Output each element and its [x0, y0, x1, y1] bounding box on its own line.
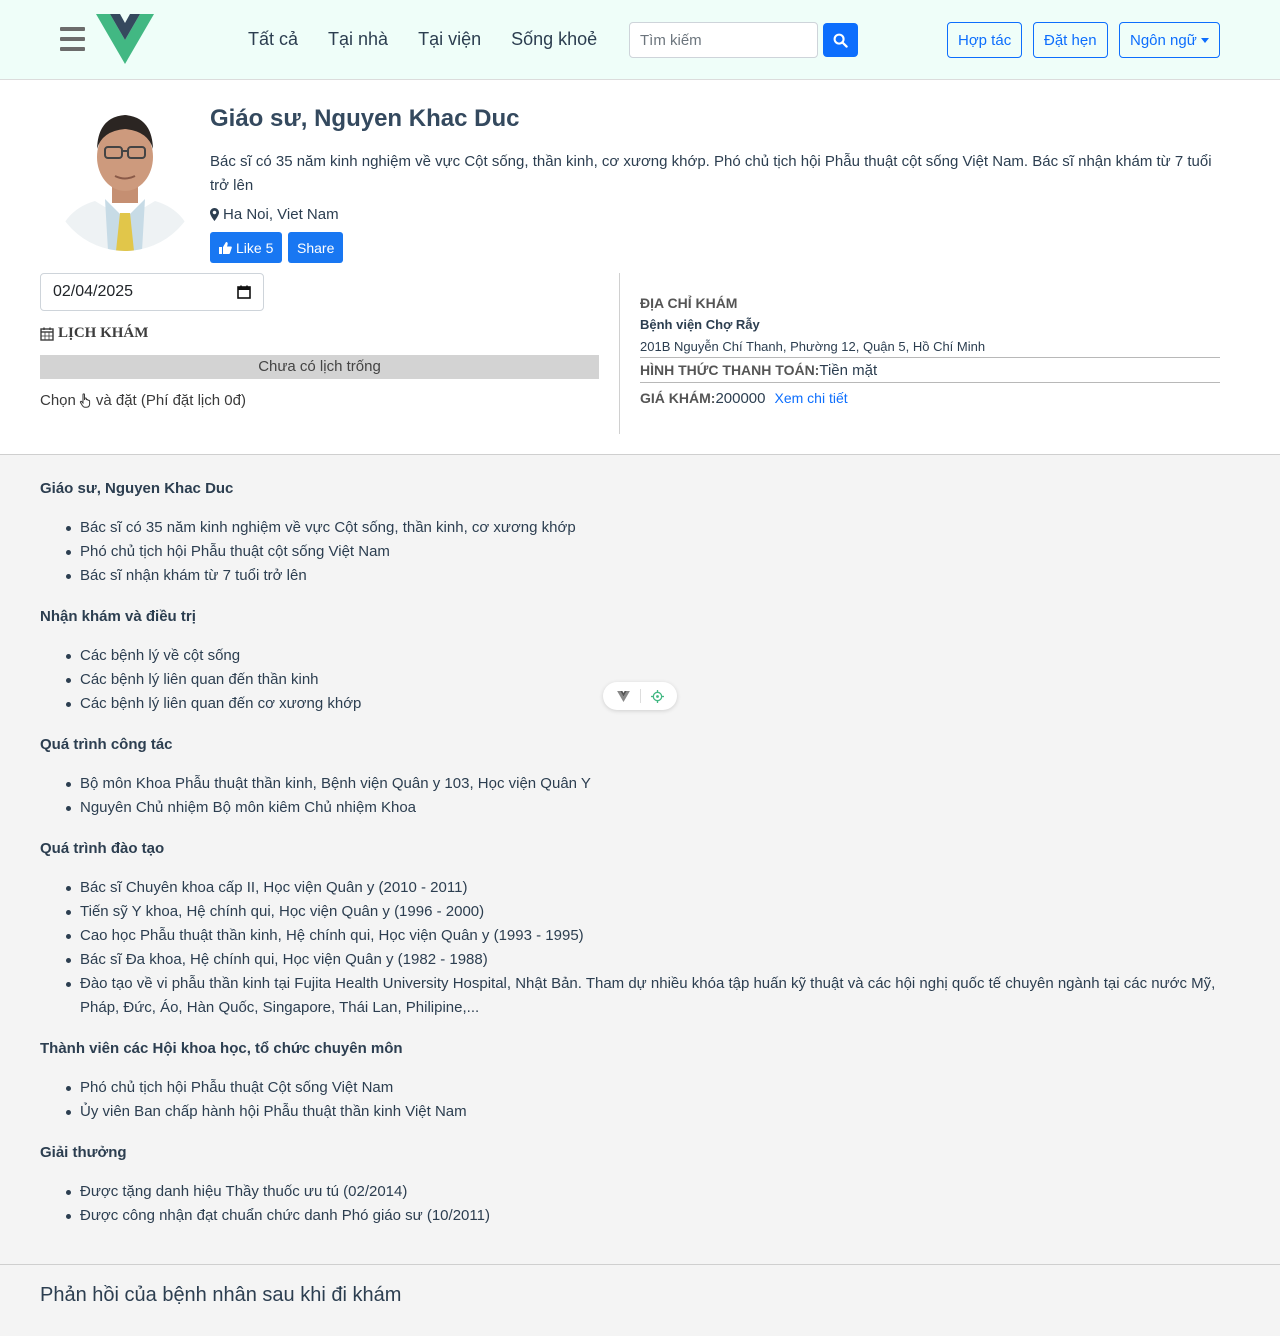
section-title: Quá trình công tác [40, 736, 173, 753]
price-row: GIÁ KHÁM: 200000 Xem chi tiết [640, 390, 848, 407]
header: Tất cả Tại nhà Tại viện Sống khoẻ Hợp tá… [0, 0, 1280, 80]
clinic-name: Bệnh viện Chợ Rẫy [640, 317, 760, 332]
list-item: Bộ môn Khoa Phẫu thuật thần kinh, Bệnh v… [66, 772, 1245, 796]
divider [640, 357, 1220, 358]
list-item: Được tặng danh hiệu Thầy thuốc ưu tú (02… [66, 1180, 1245, 1204]
list-item: Tiến sỹ Y khoa, Hệ chính qui, Học viện Q… [66, 900, 1245, 924]
column-divider [619, 273, 620, 434]
list-item: Nguyên Chủ nhiệm Bộ môn kiêm Chủ nhiệm K… [66, 796, 1245, 820]
list-item: Bác sĩ nhận khám từ 7 tuổi trở lên [66, 564, 1245, 588]
search-input[interactable] [629, 22, 818, 58]
search-icon [833, 33, 848, 48]
list-item: Bác sĩ Chuyên khoa cấp II, Học viện Quân… [66, 876, 1245, 900]
list-item: Phó chủ tịch hội Phẫu thuật cột sống Việ… [66, 540, 1245, 564]
calendar-icon [40, 327, 54, 341]
schedule-title-text: LỊCH KHÁM [58, 325, 149, 341]
share-button[interactable]: Share [288, 232, 344, 263]
doctor-description: Bác sĩ có 35 năm kinh nghiệm về vực Cột … [210, 153, 1212, 194]
like-label: Like 5 [236, 239, 274, 256]
section-title: Thành viên các Hội khoa học, tổ chức chu… [40, 1040, 403, 1057]
partner-button[interactable]: Hợp tác [947, 22, 1023, 58]
payment-value: Tiền mặt [819, 362, 878, 379]
choose-suffix: và đặt (Phí đặt lịch 0đ) [95, 392, 246, 409]
list-item: Các bệnh lý về cột sống [66, 644, 1245, 668]
nav-all[interactable]: Tất cả [248, 28, 298, 50]
doctor-detail-section: Giáo sư, Nguyen Khac Duc Bác sĩ có 35 nă… [0, 454, 1280, 1264]
nav-health[interactable]: Sống khoẻ [511, 28, 597, 50]
list-item: Bác sĩ Đa khoa, Hệ chính qui, Học viện Q… [66, 948, 1245, 972]
doctor-name: Giáo sư, Nguyen Khac Duc [210, 105, 520, 132]
choose-hint: Chọn và đặt (Phí đặt lịch 0đ) [40, 392, 246, 409]
section-title: Nhận khám và điều trị [40, 608, 196, 625]
booking-button[interactable]: Đặt hẹn [1033, 22, 1108, 58]
like-button[interactable]: Like 5 [210, 232, 283, 263]
list-item: Đào tạo về vi phẫu thần kinh tại Fujita … [66, 972, 1245, 1020]
price-value: 200000 [715, 390, 766, 407]
list-item: Phó chủ tịch hội Phẫu thuật Cột sống Việ… [66, 1076, 1245, 1100]
location-text: Ha Noi, Viet Nam [223, 206, 339, 223]
section-title: Giáo sư, Nguyen Khac Duc [40, 480, 234, 497]
divider [640, 382, 1220, 383]
vue-devtools-icon[interactable] [616, 690, 630, 702]
choose-prefix: Chọn [40, 392, 76, 409]
price-label: GIÁ KHÁM: [640, 390, 716, 406]
target-icon[interactable] [650, 689, 664, 703]
main-nav: Tất cả Tại nhà Tại viện Sống khoẻ [248, 28, 627, 50]
language-dropdown[interactable]: Ngôn ngữ [1119, 22, 1220, 58]
nav-hospital[interactable]: Tại viện [418, 28, 481, 50]
calendar-icon[interactable] [237, 285, 251, 299]
clinic-address: 201B Nguyễn Chí Thanh, Phường 12, Quận 5… [640, 339, 986, 354]
schedule-title: LỊCH KHÁM [40, 325, 148, 342]
payment-label: HÌNH THỨC THANH TOÁN: [640, 362, 820, 378]
separator [639, 689, 641, 703]
menu-icon[interactable] [60, 27, 85, 51]
date-picker[interactable]: 02/04/2025 [40, 273, 264, 311]
no-slot-message: Chưa có lịch trống [40, 355, 599, 379]
address-title: ĐỊA CHỈ KHÁM [640, 295, 738, 311]
thumbs-up-icon [219, 241, 232, 254]
view-detail-link[interactable]: Xem chi tiết [775, 390, 848, 406]
feedback-title: Phản hồi của bệnh nhân sau khi đi khám [40, 1284, 402, 1306]
section-title: Giải thưởng [40, 1144, 127, 1161]
section-title: Quá trình đào tạo [40, 840, 165, 857]
list-item: Bác sĩ có 35 năm kinh nghiệm về vực Cột … [66, 516, 1245, 540]
list-item: Cao học Phẫu thuật thần kinh, Hệ chính q… [66, 924, 1245, 948]
language-label: Ngôn ngữ [1130, 31, 1197, 49]
nav-home[interactable]: Tại nhà [328, 28, 388, 50]
list-item: Được công nhận đạt chuẩn chức danh Phó g… [66, 1204, 1245, 1228]
hand-pointer-icon [79, 393, 90, 408]
map-marker-icon [210, 208, 219, 221]
date-value: 02/04/2025 [53, 283, 134, 300]
chevron-down-icon [1200, 37, 1209, 43]
feedback-section: Phản hồi của bệnh nhân sau khi đi khám [0, 1264, 1280, 1336]
search-button[interactable] [823, 23, 858, 57]
doctor-avatar [50, 101, 200, 251]
vue-logo-icon[interactable] [96, 14, 154, 64]
vue-devtools-toolbar[interactable] [603, 682, 677, 710]
list-item: Ủy viên Ban chấp hành hội Phẫu thuật thầ… [66, 1100, 1245, 1124]
payment-method: HÌNH THỨC THANH TOÁN:Tiền mặt [640, 362, 877, 379]
doctor-location: Ha Noi, Viet Nam [210, 206, 339, 223]
